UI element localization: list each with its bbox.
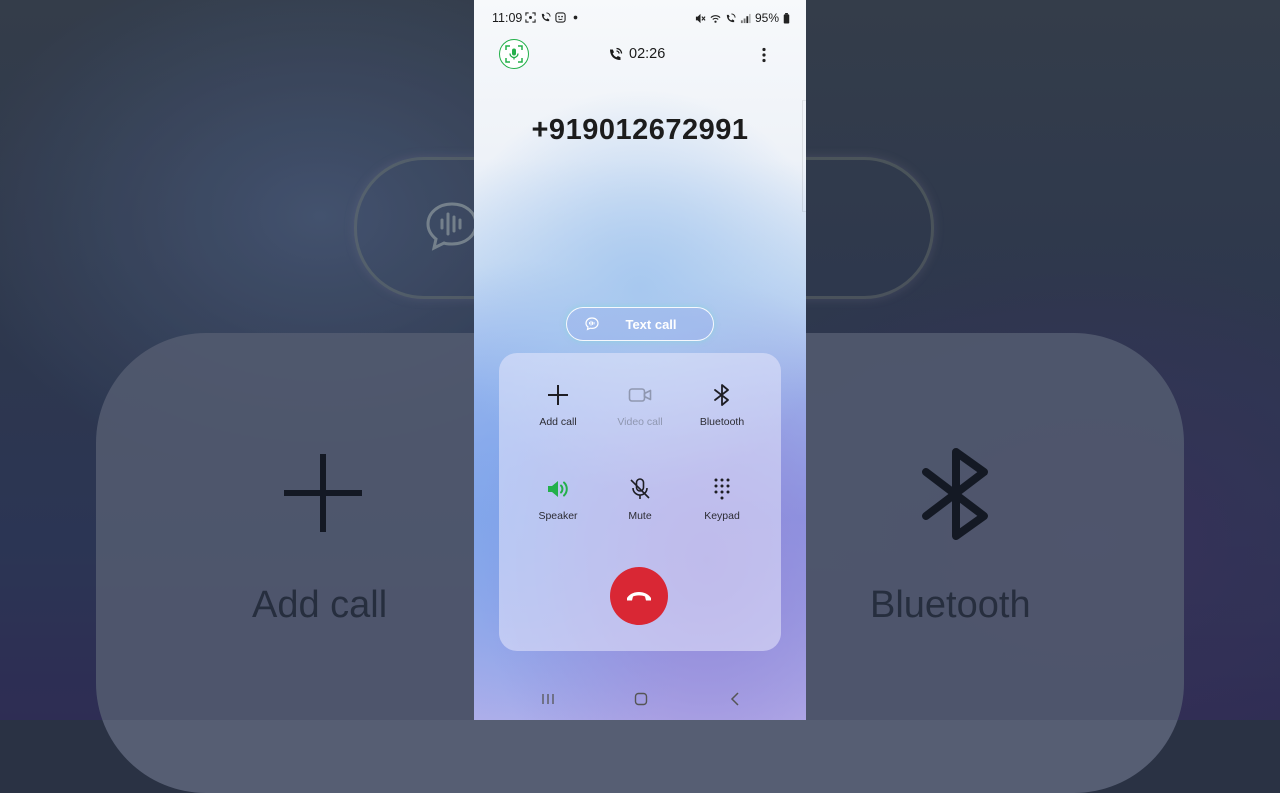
phone-screen: 11:09 95% 02:26 +919012672991 Text call …	[474, 0, 806, 720]
edge-panel-handle[interactable]	[802, 100, 806, 212]
end-call-button[interactable]	[610, 567, 668, 625]
text-call-icon	[585, 317, 599, 331]
battery-percentage: 95%	[754, 11, 779, 25]
more-options-button[interactable]	[754, 44, 774, 66]
wifi-calling-icon	[610, 47, 623, 60]
face-icon	[555, 12, 566, 23]
video-call-button[interactable]: Video call	[599, 383, 681, 443]
caller-number: +919012672991	[531, 114, 749, 146]
plus-icon	[548, 385, 568, 405]
screenshot-icon	[525, 12, 536, 23]
back-icon	[730, 692, 739, 706]
home-button[interactable]	[629, 688, 653, 710]
add-call-button[interactable]: Add call	[517, 383, 599, 443]
speaker-label: Speaker	[538, 510, 578, 522]
wifi-calling-icon	[541, 12, 551, 22]
back-button[interactable]	[723, 688, 747, 710]
recents-icon	[542, 694, 554, 704]
add-call-label: Add call	[539, 416, 577, 428]
keypad-button[interactable]: Keypad	[681, 477, 763, 537]
wifi-icon	[710, 14, 721, 23]
call-timer: 02:26	[608, 46, 665, 62]
navigation-bar	[474, 680, 806, 720]
more-vertical-icon	[762, 47, 766, 63]
bluetooth-icon	[714, 384, 729, 406]
call-record-button[interactable]	[499, 39, 529, 69]
text-call-label: Text call	[625, 316, 677, 332]
mute-button[interactable]: Mute	[599, 477, 681, 537]
mute-label: Mute	[628, 510, 652, 522]
wifi-calling-icon	[726, 12, 736, 22]
hang-up-icon	[627, 592, 651, 601]
dot-icon	[573, 15, 578, 20]
bluetooth-label: Bluetooth	[699, 416, 745, 428]
mic-off-icon	[630, 478, 650, 499]
video-call-label: Video call	[617, 416, 663, 428]
keypad-label: Keypad	[704, 510, 740, 522]
status-time: 11:09	[492, 11, 523, 25]
keypad-icon	[714, 478, 730, 500]
home-icon	[634, 692, 648, 706]
speaker-button[interactable]: Speaker	[517, 477, 599, 537]
voice-record-icon	[505, 45, 523, 63]
recent-apps-button[interactable]	[536, 688, 560, 710]
bluetooth-button[interactable]: Bluetooth	[681, 383, 763, 443]
video-camera-icon	[628, 388, 652, 402]
mute-icon	[695, 13, 706, 23]
battery-icon	[783, 12, 790, 24]
speaker-icon	[548, 481, 568, 497]
call-timer-text: 02:26	[629, 46, 666, 62]
text-call-button[interactable]: Text call	[566, 307, 714, 341]
signal-icon	[740, 13, 751, 23]
in-call-controls: Add call Video call Bluetooth Speaker Mu…	[499, 353, 781, 651]
status-bar: 11:09 95%	[474, 0, 806, 36]
